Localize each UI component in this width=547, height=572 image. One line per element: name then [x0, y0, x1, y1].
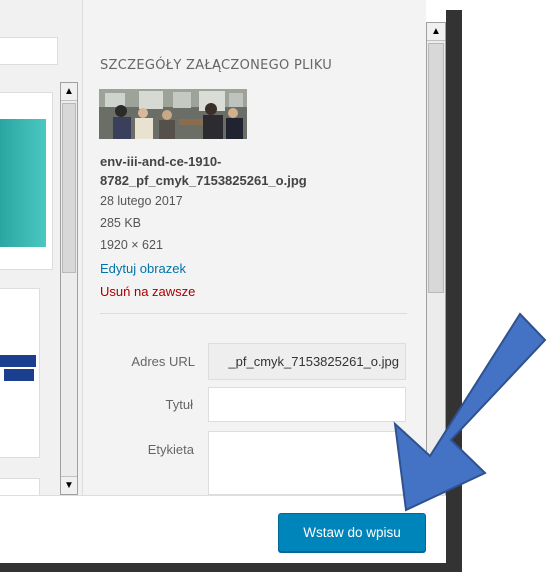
attachment-dimensions: 1920 × 621 [100, 238, 163, 252]
title-label: Tytuł [165, 397, 193, 412]
attachment-filename: env-iii-and-ce-1910-8782_pf_cmyk_7153825… [100, 154, 307, 188]
insert-into-post-button[interactable]: Wstaw do wpisu [278, 513, 426, 552]
attachment-date: 28 lutego 2017 [100, 194, 183, 208]
divider [100, 313, 407, 314]
thumbnail-image [0, 119, 46, 247]
scroll-down-button[interactable]: ▼ [61, 476, 77, 494]
scroll-thumb[interactable] [428, 43, 444, 293]
title-field[interactable] [208, 387, 406, 422]
alt-text-label: Etykieta [147, 442, 194, 457]
scroll-up-button[interactable]: ▲ [427, 23, 445, 41]
media-grid-scrollbar[interactable]: ▲ ▼ [60, 82, 78, 495]
modal-backdrop-edge [446, 10, 462, 570]
edit-image-link[interactable]: Edytuj obrazek [100, 261, 186, 276]
attachment-thumbnail [99, 89, 247, 139]
delete-permanently-link[interactable]: Usuń na zawsze [100, 284, 195, 299]
attachment-filesize: 285 KB [100, 216, 142, 230]
scroll-up-button[interactable]: ▲ [61, 83, 77, 101]
search-input[interactable] [0, 37, 58, 65]
scroll-thumb[interactable] [62, 103, 76, 273]
logo-image [0, 355, 36, 367]
alt-text-field[interactable] [208, 431, 406, 495]
modal-backdrop-edge [0, 563, 462, 572]
media-item[interactable] [0, 92, 53, 270]
attachment-details-heading: SZCZEGÓŁY ZAŁĄCZONEGO PLIKU [100, 58, 333, 73]
media-item[interactable] [0, 288, 40, 458]
url-label: Adres URL [131, 354, 195, 369]
url-field[interactable]: _pf_cmyk_7153825261_o.jpg [208, 343, 406, 380]
logo-image [4, 369, 34, 381]
details-scrollbar[interactable]: ▲ [426, 22, 446, 497]
